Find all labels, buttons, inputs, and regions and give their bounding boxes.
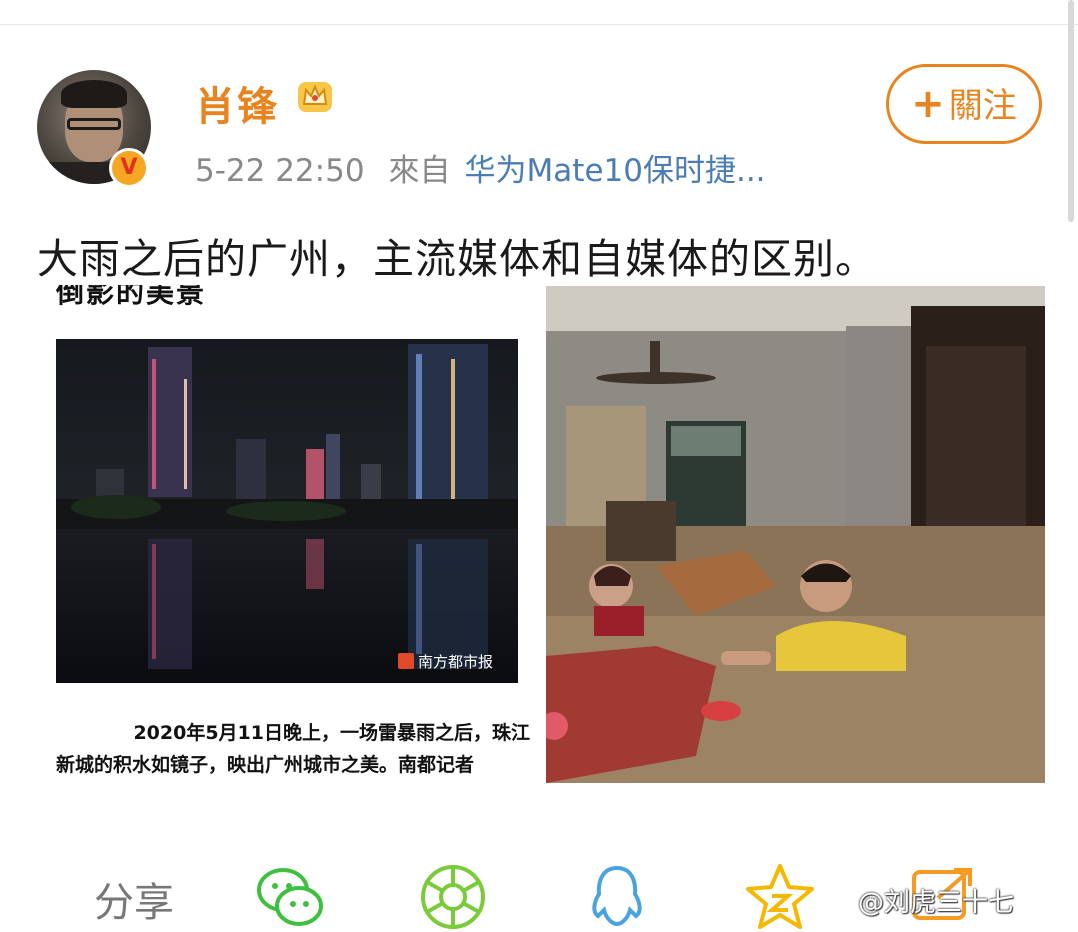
caption-line-2: 新城的积水如镜子，映出广州城市之美。南都记者 — [56, 754, 475, 776]
night-skyline-photo: 南方都市报 — [56, 339, 518, 683]
flooded-room-photo[interactable] — [546, 286, 1045, 783]
avatar-glasses — [67, 118, 121, 130]
follow-label: 關注 — [948, 86, 1017, 126]
crown-vip-icon — [298, 82, 332, 112]
top-divider — [0, 24, 1078, 25]
news-image[interactable]: 倒影的美景 南方都市报 2020年5月11日晚上，一场雷暴雨之后，珠江 新城的积… — [30, 285, 538, 795]
wechat-icon[interactable] — [255, 862, 325, 932]
source-link[interactable]: 华为Mate10保时捷... — [465, 153, 766, 189]
moments-icon[interactable] — [418, 862, 488, 932]
caption-line-1: 2020年5月11日晚上，一场雷暴雨之后，珠江 — [133, 722, 530, 744]
follow-button[interactable]: + 關注 — [886, 64, 1042, 144]
avatar-hair — [61, 80, 127, 108]
username[interactable]: 肖锋 — [195, 74, 279, 132]
verified-v-icon: V — [109, 148, 149, 188]
qzone-icon[interactable] — [745, 862, 815, 932]
share-label: 分享 — [94, 880, 174, 926]
news-caption: 2020年5月11日晚上，一场雷暴雨之后，珠江 新城的积水如镜子，映出广州城市之… — [56, 717, 536, 781]
watermark: @刘虎三十七 — [858, 888, 1015, 918]
post-text: 大雨之后的广州，主流媒体和自媒体的区别。 — [37, 235, 877, 283]
plus-icon: + — [911, 81, 945, 127]
news-headline-fragment: 倒影的美景 — [56, 285, 207, 309]
scrollbar[interactable] — [1068, 0, 1074, 222]
timestamp: 5-22 22:50 — [195, 153, 365, 189]
post-meta: 5-22 22:50 來自 华为Mate10保时捷... — [195, 145, 766, 190]
newspaper-logo-text: 南方都市报 — [418, 654, 493, 671]
from-label: 來自 — [388, 153, 451, 189]
qq-icon[interactable] — [582, 862, 652, 932]
